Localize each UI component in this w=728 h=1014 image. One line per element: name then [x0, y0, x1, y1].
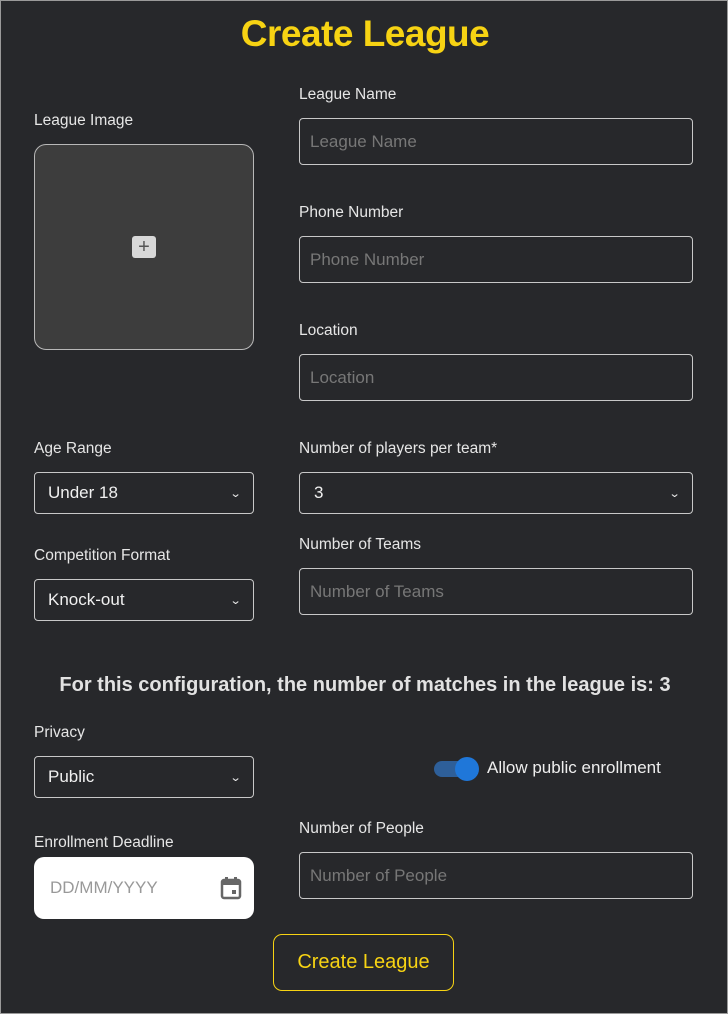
number-of-people-input[interactable]	[299, 852, 693, 899]
age-range-label: Age Range	[34, 440, 112, 457]
number-of-people-label: Number of People	[299, 820, 424, 837]
age-range-select[interactable]: Under 18 ⌄	[34, 472, 254, 514]
phone-number-label: Phone Number	[299, 204, 404, 221]
privacy-value: Public	[48, 767, 95, 786]
page-title: Create League	[240, 13, 490, 54]
league-name-label: League Name	[299, 86, 397, 103]
chevron-down-icon: ⌄	[668, 487, 681, 500]
location-input[interactable]	[299, 354, 693, 401]
privacy-select[interactable]: Public ⌄	[34, 756, 254, 798]
enrollment-deadline-label: Enrollment Deadline	[34, 834, 174, 851]
chevron-down-icon: ⌄	[229, 771, 242, 784]
competition-format-label: Competition Format	[34, 547, 171, 564]
competition-format-select[interactable]: Knock-out ⌄	[34, 579, 254, 621]
phone-number-input[interactable]	[299, 236, 693, 283]
plus-icon: +	[132, 236, 156, 258]
league-image-upload[interactable]: +	[34, 144, 254, 350]
enrollment-deadline-input[interactable]: DD/MM/YYYY	[34, 857, 254, 919]
league-name-input[interactable]	[299, 118, 693, 165]
age-range-value: Under 18	[48, 483, 118, 502]
location-label: Location	[299, 322, 358, 339]
date-placeholder: DD/MM/YYYY	[50, 878, 158, 897]
matches-info-text: For this configuration, the number of ma…	[59, 674, 671, 696]
create-league-button[interactable]: Create League	[273, 934, 454, 991]
players-per-team-select[interactable]: 3 ⌄	[299, 472, 693, 514]
chevron-down-icon: ⌄	[229, 487, 242, 500]
league-image-label: League Image	[34, 112, 134, 129]
allow-public-enrollment-label: Allow public enrollment	[487, 758, 661, 777]
number-of-teams-input[interactable]	[299, 568, 693, 615]
number-of-teams-label: Number of Teams	[299, 536, 422, 553]
players-per-team-label: Number of players per team*	[299, 440, 498, 457]
allow-public-enrollment-toggle[interactable]	[434, 757, 479, 781]
players-per-team-value: 3	[314, 483, 324, 502]
competition-format-value: Knock-out	[48, 590, 125, 609]
calendar-icon[interactable]	[220, 876, 242, 900]
chevron-down-icon: ⌄	[229, 594, 242, 607]
privacy-label: Privacy	[34, 724, 85, 741]
toggle-knob	[455, 757, 479, 781]
